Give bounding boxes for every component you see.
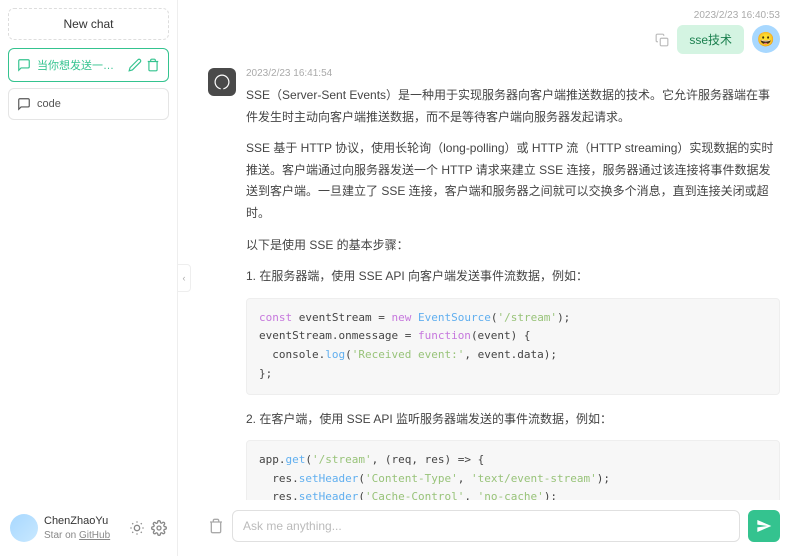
- assistant-avatar: [208, 68, 236, 96]
- main-panel: ‹ 2023/2/23 16:40:53 sse技术 😀 2023/2/23 1…: [178, 0, 800, 556]
- chat-scroll[interactable]: 2023/2/23 16:40:53 sse技术 😀 2023/2/23 16:…: [178, 0, 800, 500]
- code-block: app.get('/stream', (req, res) => { res.s…: [246, 440, 780, 500]
- input-wrapper: [232, 510, 740, 542]
- assistant-content: SSE（Server-Sent Events）是一种用于实现服务器向客户端推送数…: [246, 85, 780, 500]
- input-bar: [178, 500, 800, 556]
- user-bubble: sse技术: [677, 25, 744, 54]
- theme-icon[interactable]: [129, 520, 145, 536]
- user-avatar[interactable]: [10, 514, 38, 542]
- chat-icon: [17, 97, 31, 111]
- github-link[interactable]: GitHub: [79, 530, 110, 541]
- assistant-timestamp: 2023/2/23 16:41:54: [246, 68, 780, 79]
- history-item[interactable]: code: [8, 88, 169, 120]
- send-button[interactable]: [748, 510, 780, 542]
- user-meta: ChenZhaoYu Star on GitHub: [44, 514, 123, 541]
- user-message: sse技术 😀: [208, 25, 780, 54]
- sidebar: New chat 当你想发送一张照... code ChenZhaoYu Sta…: [0, 0, 178, 556]
- collapse-sidebar-button[interactable]: ‹: [177, 264, 191, 292]
- chat-icon: [17, 58, 31, 72]
- history-label: code: [37, 98, 160, 110]
- new-chat-button[interactable]: New chat: [8, 8, 169, 40]
- message-input[interactable]: [243, 519, 729, 533]
- delete-icon[interactable]: [146, 58, 160, 72]
- settings-icon[interactable]: [151, 520, 167, 536]
- history-item[interactable]: 当你想发送一张照...: [8, 48, 169, 82]
- history-label: 当你想发送一张照...: [37, 57, 122, 73]
- copy-icon[interactable]: [655, 33, 669, 47]
- user-name: ChenZhaoYu: [44, 514, 123, 528]
- assistant-message: 2023/2/23 16:41:54 SSE（Server-Sent Event…: [208, 68, 780, 500]
- code-block: const eventStream = new EventSource('/st…: [246, 298, 780, 395]
- user-timestamp: 2023/2/23 16:40:53: [208, 10, 780, 21]
- sidebar-footer: ChenZhaoYu Star on GitHub: [8, 508, 169, 548]
- edit-icon[interactable]: [128, 58, 142, 72]
- clear-icon[interactable]: [208, 518, 224, 534]
- user-avatar-icon: 😀: [752, 25, 780, 53]
